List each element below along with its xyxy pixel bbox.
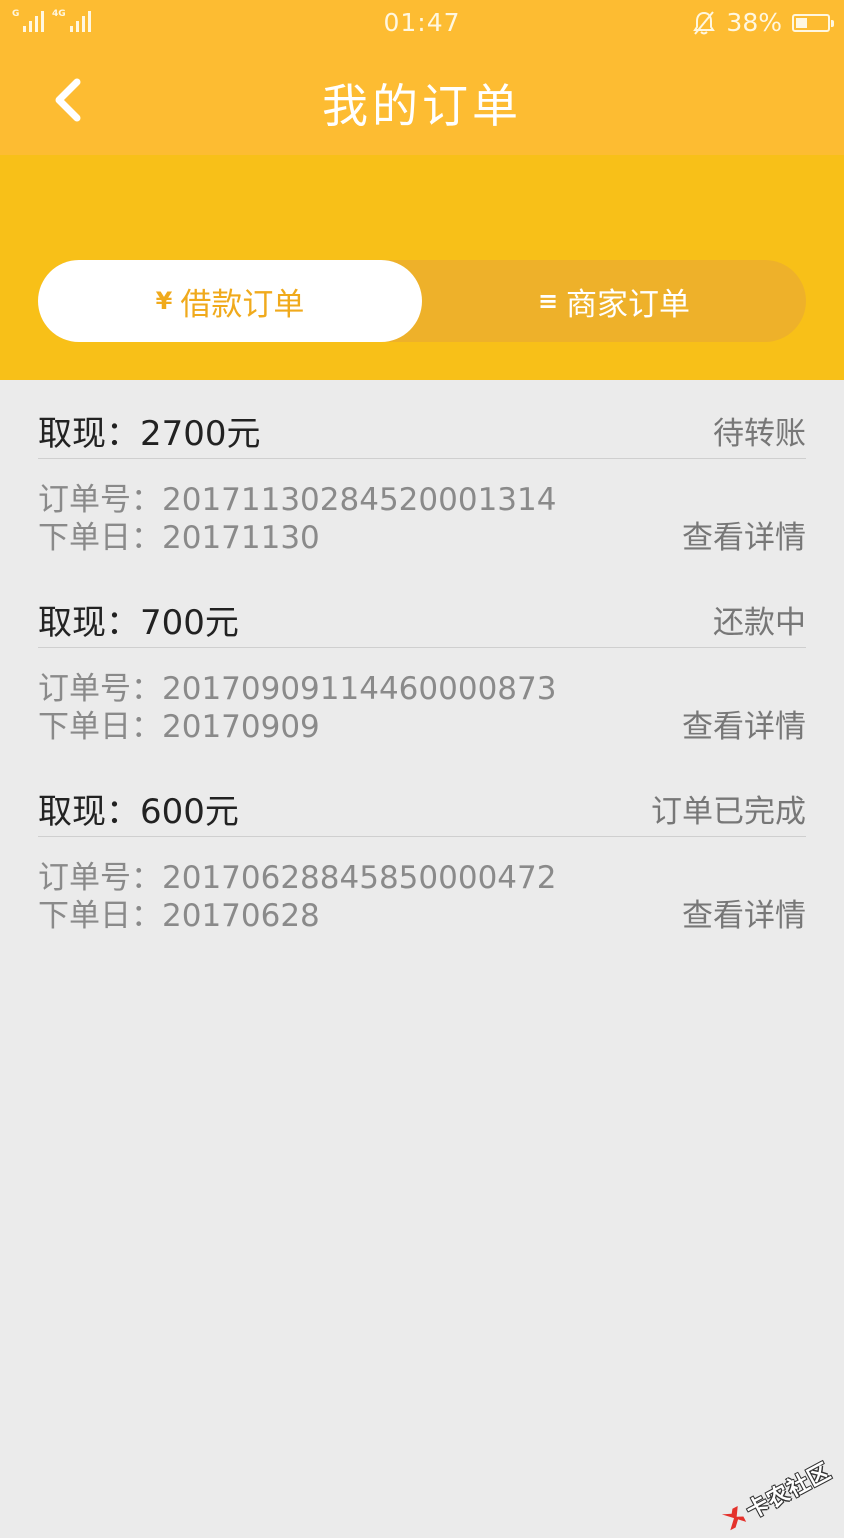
tab-loan-orders[interactable]: ¥ 借款订单 bbox=[38, 260, 422, 342]
tab-band: ¥ 借款订单 ≡ 商家订单 bbox=[0, 155, 844, 380]
order-status: 待转账 bbox=[713, 416, 806, 452]
order-list: 取现：2700元 待转账 订单号：20171130284520001314 下单… bbox=[38, 380, 806, 947]
order-item[interactable]: 取现：700元 还款中 订单号：20170909114460000873 下单日… bbox=[38, 569, 806, 758]
order-status: 还款中 bbox=[713, 605, 806, 641]
view-details-link[interactable]: 查看详情 bbox=[682, 701, 806, 746]
order-amount: 取现：600元 bbox=[38, 792, 239, 832]
bell-muted-icon bbox=[693, 10, 716, 35]
order-type-switch: ¥ 借款订单 ≡ 商家订单 bbox=[38, 260, 806, 342]
order-amount: 取现：700元 bbox=[38, 603, 239, 643]
page-title: 我的订单 bbox=[322, 79, 522, 133]
yuan-icon: ¥ bbox=[155, 287, 173, 315]
order-item[interactable]: 取现：2700元 待转账 订单号：20171130284520001314 下单… bbox=[38, 380, 806, 569]
order-date: 下单日：20170628 bbox=[38, 898, 320, 934]
battery-percent: 38% bbox=[726, 8, 782, 37]
order-header: 取现：2700元 待转账 bbox=[38, 380, 806, 459]
order-amount: 取现：2700元 bbox=[38, 414, 261, 454]
order-item[interactable]: 取现：600元 订单已完成 订单号：20170628845850000472 下… bbox=[38, 758, 806, 947]
tab-merchant-orders-label: 商家订单 bbox=[566, 286, 691, 323]
status-bar: G 4G 01:47 38% bbox=[0, 0, 844, 46]
list-icon: ≡ bbox=[537, 287, 559, 315]
view-details-link[interactable]: 查看详情 bbox=[682, 890, 806, 935]
battery-fill bbox=[796, 17, 807, 28]
watermark: 卡农社区 bbox=[715, 1454, 836, 1538]
order-header: 取现：700元 还款中 bbox=[38, 569, 806, 648]
app-bar: G 4G 01:47 38% 我的订单 bbox=[0, 0, 844, 155]
order-date: 下单日：20170909 bbox=[38, 709, 320, 745]
order-status: 订单已完成 bbox=[651, 794, 806, 830]
order-header: 取现：600元 订单已完成 bbox=[38, 758, 806, 837]
tab-merchant-orders[interactable]: ≡ 商家订单 bbox=[422, 260, 806, 342]
watermark-text: 卡农社区 bbox=[742, 1459, 836, 1525]
battery-icon bbox=[792, 13, 834, 32]
status-right: 38% bbox=[692, 8, 834, 37]
view-details-link[interactable]: 查看详情 bbox=[682, 512, 806, 557]
tab-loan-orders-label: 借款订单 bbox=[180, 286, 305, 323]
order-date: 下单日：20171130 bbox=[38, 520, 320, 556]
